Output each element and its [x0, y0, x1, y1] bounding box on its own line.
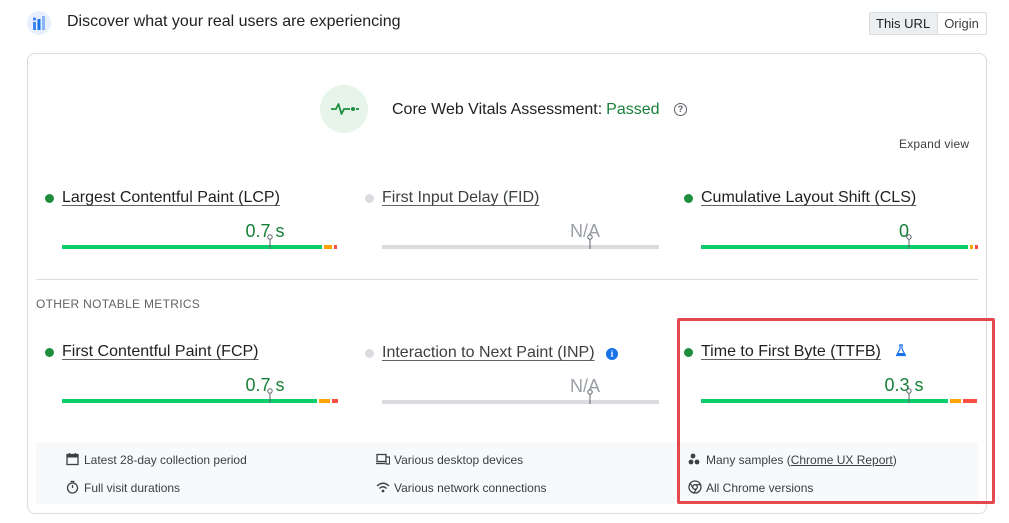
- wifi-icon: [376, 482, 390, 493]
- percentile-marker: [587, 234, 593, 249]
- status-dot: [45, 194, 54, 203]
- assessment-status: Passed: [606, 101, 660, 118]
- bar-segment: [970, 245, 974, 249]
- metric-value: N/A: [569, 376, 601, 396]
- section-divider: [36, 279, 978, 280]
- metric-fcp: First Contentful Paint (FCP) 0.7 s: [45, 339, 338, 419]
- crux-logo-icon: [27, 11, 51, 35]
- bar-segment: [334, 245, 337, 249]
- origin-button[interactable]: Origin: [937, 13, 986, 34]
- percentile-marker: [267, 388, 273, 403]
- report-header: Discover what your real users are experi…: [0, 0, 1009, 46]
- expand-view-button[interactable]: Expand view: [899, 137, 969, 151]
- timer-icon: [66, 480, 79, 494]
- status-dot: [684, 194, 693, 203]
- calendar-icon: [66, 453, 79, 466]
- assessment-heading: Core Web Vitals Assessment: Passed: [392, 101, 660, 119]
- assessment-label: Core Web Vitals Assessment:: [392, 101, 603, 118]
- this-url-button[interactable]: This URL: [870, 13, 938, 34]
- ttfb-highlight-box: [677, 318, 995, 504]
- bar-segment: [62, 245, 322, 249]
- status-dot: [45, 348, 54, 357]
- metric-lcp: Largest Contentful Paint (LCP) 0.7 s: [45, 185, 337, 265]
- metric-name-link[interactable]: First Input Delay (FID): [382, 189, 539, 207]
- status-dot: [365, 349, 374, 358]
- metric-value: 0.7 s: [245, 375, 285, 395]
- page-title: Discover what your real users are experi…: [67, 13, 401, 30]
- metric-fid: First Input Delay (FID) N/A: [365, 185, 659, 265]
- url-origin-toggle: This URL Origin: [869, 12, 987, 35]
- help-circle-icon[interactable]: ?: [674, 103, 687, 116]
- metric-inp: Interaction to Next Paint (INP) i N/A: [365, 340, 659, 420]
- bar-segment: [382, 400, 659, 404]
- info-icon[interactable]: i: [606, 348, 618, 360]
- bar-segment: [324, 245, 332, 249]
- bar-segment: [701, 245, 969, 249]
- percentile-marker: [906, 234, 912, 249]
- metric-value: N/A: [569, 221, 601, 241]
- distribution-bar: [382, 400, 659, 404]
- metric-name-link[interactable]: First Contentful Paint (FCP): [62, 343, 259, 361]
- distribution-bar: [701, 245, 978, 249]
- percentile-marker: [587, 389, 593, 404]
- metric-name-link[interactable]: Largest Contentful Paint (LCP): [62, 189, 280, 207]
- devices-icon: [376, 453, 390, 465]
- metric-name-link[interactable]: Interaction to Next Paint (INP): [382, 344, 595, 362]
- other-metrics-heading: OTHER NOTABLE METRICS: [36, 297, 201, 311]
- metric-value: 0.7 s: [245, 221, 285, 241]
- percentile-marker: [267, 234, 273, 249]
- bar-segment: [382, 245, 659, 249]
- bar-segment: [62, 399, 317, 403]
- metric-cls: Cumulative Layout Shift (CLS) 0: [684, 185, 978, 265]
- distribution-bar: [62, 245, 339, 249]
- distribution-bar: [62, 399, 339, 403]
- pulse-icon: [320, 85, 368, 133]
- status-dot: [365, 194, 374, 203]
- bar-segment: [319, 399, 330, 403]
- metric-name-link[interactable]: Cumulative Layout Shift (CLS): [701, 189, 916, 207]
- bar-segment: [332, 399, 338, 403]
- distribution-bar: [382, 245, 659, 249]
- bar-segment: [975, 245, 978, 249]
